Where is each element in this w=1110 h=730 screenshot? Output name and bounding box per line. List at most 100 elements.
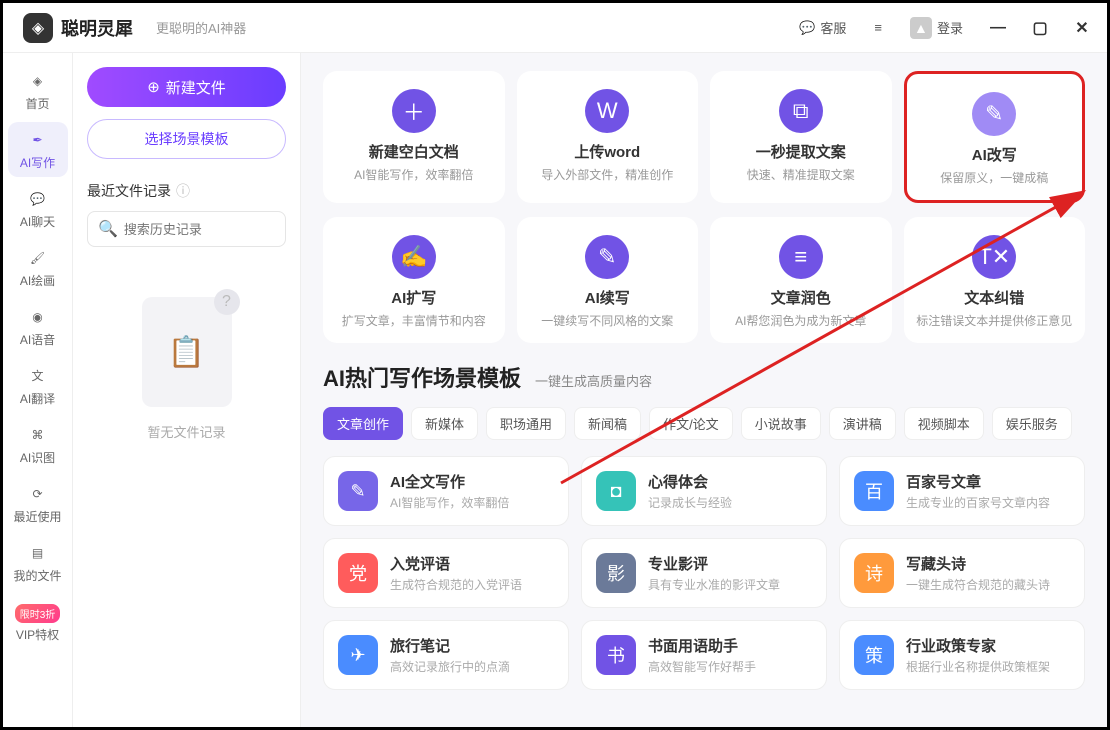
minimize-button[interactable]: — xyxy=(983,13,1013,43)
close-button[interactable]: ✕ xyxy=(1067,13,1097,43)
scene-icon: ✈ xyxy=(338,635,378,675)
scene-专业影评[interactable]: 影 专业影评具有专业水准的影评文章 xyxy=(581,538,827,608)
audio-icon: ◉ xyxy=(27,306,49,328)
scan-icon: ⌘ xyxy=(27,424,49,446)
tab-新媒体[interactable]: 新媒体 xyxy=(411,407,478,440)
new-file-label: 新建文件 xyxy=(166,77,226,98)
sidebar-item-clock[interactable]: ⟳最近使用 xyxy=(8,476,68,531)
maximize-button[interactable]: ▢ xyxy=(1025,13,1055,43)
sidebar-item-translate[interactable]: 文AI翻译 xyxy=(8,358,68,413)
tab-视频脚本[interactable]: 视频脚本 xyxy=(904,407,984,440)
app-tagline: 更聪明的AI神器 xyxy=(156,18,246,37)
section-title: AI热门写作场景模板 xyxy=(323,361,521,393)
help-icon[interactable]: ⓘ xyxy=(176,181,190,201)
choose-template-label: 选择场景模板 xyxy=(145,129,229,149)
feature-新建空白文档[interactable]: ＋ 新建空白文档 AI智能写作，效率翻倍 xyxy=(323,71,505,203)
sidebar-item-label: AI写作 xyxy=(20,154,55,171)
feature-title: 一秒提取文案 xyxy=(756,141,846,162)
sidebar-item-label: AI聊天 xyxy=(20,213,55,230)
search-field[interactable] xyxy=(124,222,300,237)
sidebar-item-feather[interactable]: ✒ AI写作 xyxy=(8,122,68,177)
logo: ◈ 聪明灵犀 更聪明的AI神器 xyxy=(23,13,246,43)
scene-icon: ✎ xyxy=(338,471,378,511)
support-button[interactable]: 💬 客服 xyxy=(791,14,854,41)
scene-旅行笔记[interactable]: ✈ 旅行笔记高效记录旅行中的点滴 xyxy=(323,620,569,690)
sidebar-item-chat[interactable]: 💬 AI聊天 xyxy=(8,181,68,236)
sidebar-item-label: 最近使用 xyxy=(13,508,61,525)
sidebar-item-home[interactable]: ◈首页 xyxy=(8,63,68,118)
login-button[interactable]: ▲ 登录 xyxy=(902,13,971,43)
scene-sub: 具有专业水准的影评文章 xyxy=(648,576,780,593)
chat-icon: 💬 xyxy=(27,188,49,210)
scene-sub: AI智能写作，效率翻倍 xyxy=(390,494,509,511)
scene-title: AI全文写作 xyxy=(390,471,509,492)
scene-写藏头诗[interactable]: 诗 写藏头诗一键生成符合规范的藏头诗 xyxy=(839,538,1085,608)
recent-files-label: 最近文件记录 ⓘ xyxy=(87,181,286,201)
tab-娱乐服务[interactable]: 娱乐服务 xyxy=(992,407,1072,440)
scene-icon: 影 xyxy=(596,553,636,593)
scene-AI全文写作[interactable]: ✎ AI全文写作 AI智能写作，效率翻倍 xyxy=(323,456,569,526)
tab-职场通用[interactable]: 职场通用 xyxy=(486,407,566,440)
scene-icon: 书 xyxy=(596,635,636,675)
feature-文本纠错[interactable]: T✕ 文本纠错 标注错误文本并提供修正意见 xyxy=(904,217,1086,343)
choose-template-button[interactable]: 选择场景模板 xyxy=(87,119,286,159)
scene-title: 心得体会 xyxy=(648,471,732,492)
sidebar-item-brush[interactable]: 🖌 AI绘画 xyxy=(8,240,68,295)
feature-sub: 标注错误文本并提供修正意见 xyxy=(916,312,1072,329)
scene-sub: 根据行业名称提供政策框架 xyxy=(906,658,1050,675)
tab-文章创作[interactable]: 文章创作 xyxy=(323,407,403,440)
feature-icon: ✎ xyxy=(585,235,629,279)
sidebar-item-label: 首页 xyxy=(25,95,49,112)
feature-icon: T✕ xyxy=(972,235,1016,279)
brush-icon: 🖌 xyxy=(27,247,49,269)
scene-心得体会[interactable]: ◘ 心得体会记录成长与经验 xyxy=(581,456,827,526)
new-file-button[interactable]: ⊕ 新建文件 xyxy=(87,67,286,107)
feature-sub: 导入外部文件，精准创作 xyxy=(541,166,673,183)
feature-icon: ✎ xyxy=(972,92,1016,136)
scene-sub: 生成符合规范的入党评语 xyxy=(390,576,522,593)
scene-行业政策专家[interactable]: 策 行业政策专家根据行业名称提供政策框架 xyxy=(839,620,1085,690)
scene-sub: 高效记录旅行中的点滴 xyxy=(390,658,510,675)
scene-title: 书面用语助手 xyxy=(648,635,756,656)
feature-一秒提取文案[interactable]: ⧉ 一秒提取文案 快速、精准提取文案 xyxy=(710,71,892,203)
scene-icon: ◘ xyxy=(596,471,636,511)
menu-button[interactable]: ≡ xyxy=(866,16,890,39)
section-header: AI热门写作场景模板 一键生成高质量内容 xyxy=(323,361,1085,393)
feature-AI续写[interactable]: ✎ AI续写 一键续写不同风格的文案 xyxy=(517,217,699,343)
avatar-icon: ▲ xyxy=(910,17,932,39)
tab-新闻稿[interactable]: 新闻稿 xyxy=(574,407,641,440)
vip-badge: 限时3折 xyxy=(15,604,61,623)
search-history-input[interactable]: 🔍 xyxy=(87,211,286,247)
sidebar-item-file[interactable]: ▤我的文件 xyxy=(8,535,68,590)
tab-作文/论文[interactable]: 作文/论文 xyxy=(649,407,733,440)
empty-text: 暂无文件记录 xyxy=(147,422,225,441)
menu-icon: ≡ xyxy=(874,20,882,35)
feature-文章润色[interactable]: ≡ 文章润色 AI帮您润色为成为新文章 xyxy=(710,217,892,343)
feature-sub: 扩写文章，丰富情节和内容 xyxy=(342,312,486,329)
chat-icon: 💬 xyxy=(799,20,815,36)
feature-上传word[interactable]: W 上传word 导入外部文件，精准创作 xyxy=(517,71,699,203)
main-content: ＋ 新建空白文档 AI智能写作，效率翻倍W 上传word 导入外部文件，精准创作… xyxy=(301,53,1107,727)
scene-sub: 记录成长与经验 xyxy=(648,494,732,511)
feature-title: 文章润色 xyxy=(771,287,831,308)
scene-书面用语助手[interactable]: 书 书面用语助手高效智能写作好帮手 xyxy=(581,620,827,690)
sidebar-item-label: AI绘画 xyxy=(20,272,55,289)
scene-百家号文章[interactable]: 百 百家号文章生成专业的百家号文章内容 xyxy=(839,456,1085,526)
sidebar-item-vip[interactable]: 限时3折VIP特权 xyxy=(8,594,68,649)
feature-AI改写[interactable]: ✎ AI改写 保留原义，一键成稿 xyxy=(904,71,1086,203)
scene-sub: 生成专业的百家号文章内容 xyxy=(906,494,1050,511)
sidebar: ◈首页 ✒ AI写作 💬 AI聊天 🖌 AI绘画 ◉AI语音文AI翻译⌘AI识图⟳最近使用▤我… xyxy=(3,53,73,727)
logo-icon: ◈ xyxy=(23,13,53,43)
scene-title: 写藏头诗 xyxy=(906,553,1050,574)
tab-演讲稿[interactable]: 演讲稿 xyxy=(829,407,896,440)
titlebar: ◈ 聪明灵犀 更聪明的AI神器 💬 客服 ≡ ▲ 登录 — ▢ ✕ xyxy=(3,3,1107,53)
feature-sub: AI智能写作，效率翻倍 xyxy=(354,166,473,183)
scene-入党评语[interactable]: 党 入党评语生成符合规范的入党评语 xyxy=(323,538,569,608)
scene-icon: 百 xyxy=(854,471,894,511)
sidebar-item-audio[interactable]: ◉AI语音 xyxy=(8,299,68,354)
tab-小说故事[interactable]: 小说故事 xyxy=(741,407,821,440)
feather-icon: ✒ xyxy=(27,129,49,151)
scene-icon: 党 xyxy=(338,553,378,593)
feature-AI扩写[interactable]: ✍ AI扩写 扩写文章，丰富情节和内容 xyxy=(323,217,505,343)
sidebar-item-scan[interactable]: ⌘AI识图 xyxy=(8,417,68,472)
